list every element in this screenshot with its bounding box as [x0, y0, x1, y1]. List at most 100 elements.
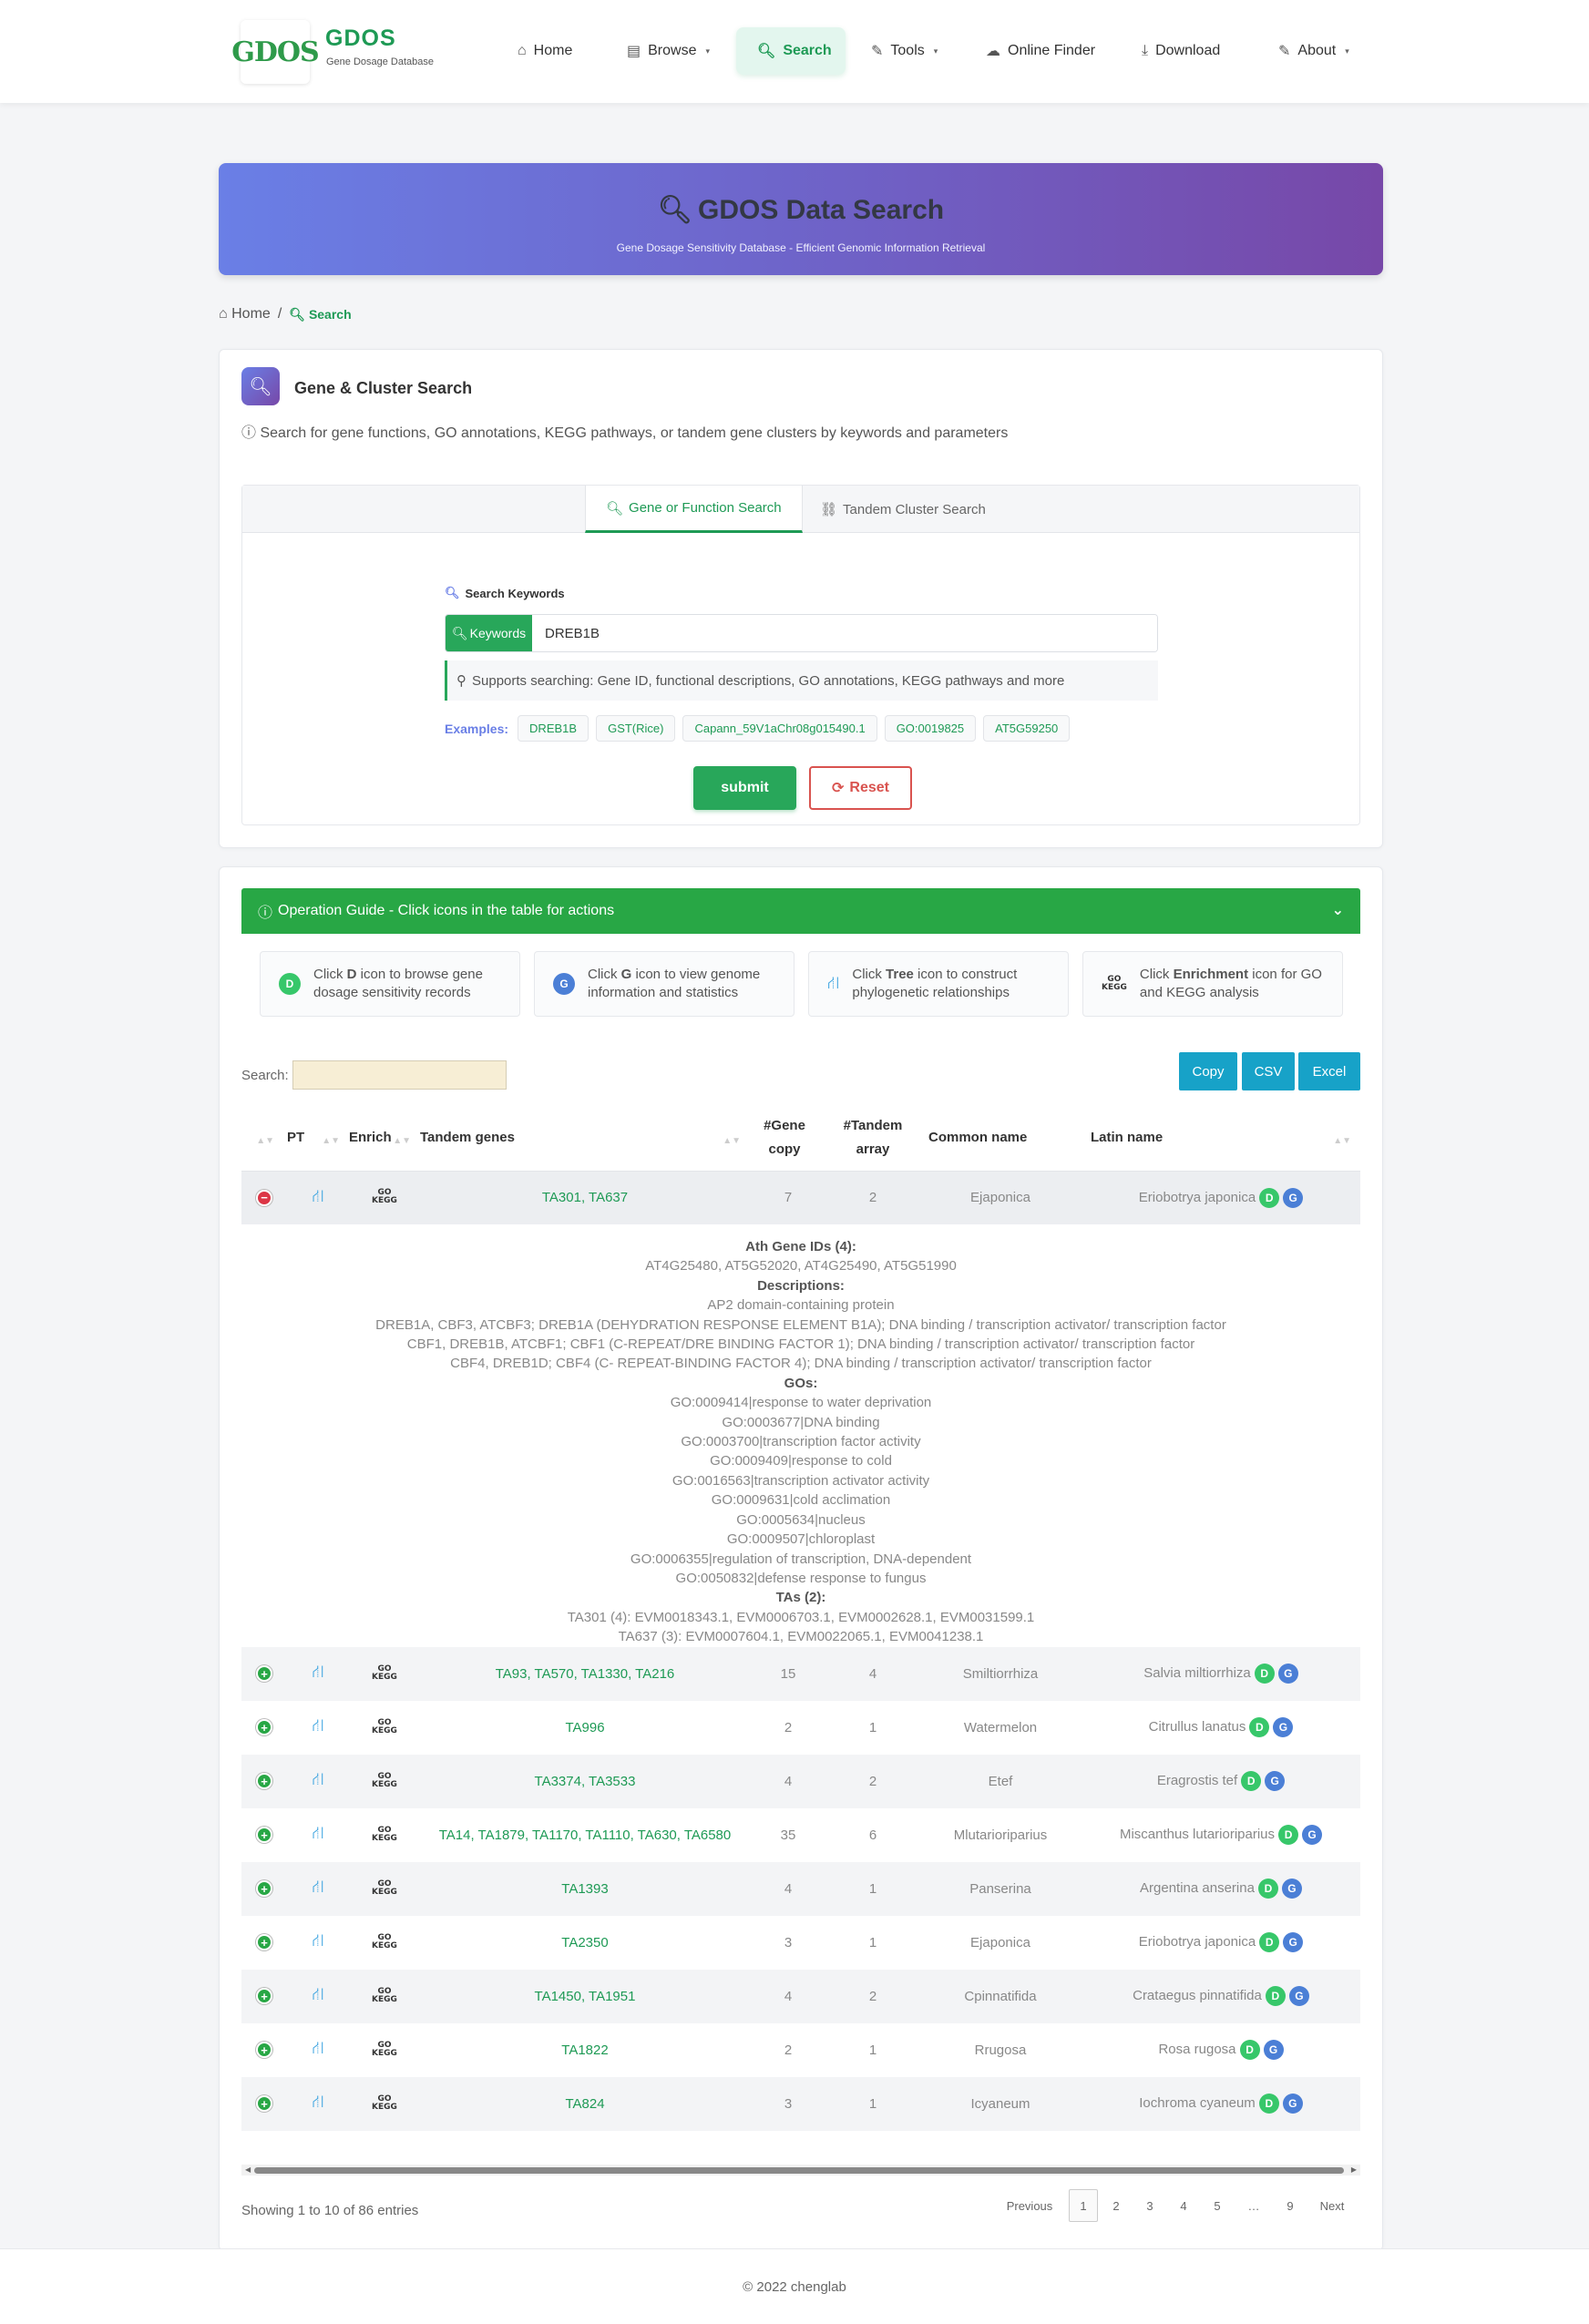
- copy-button[interactable]: Copy: [1179, 1052, 1237, 1090]
- example-chip[interactable]: GST(Rice): [596, 715, 676, 742]
- tree-icon[interactable]: ⛙: [312, 2093, 323, 2112]
- nav-download[interactable]: ⤓ Download: [1142, 35, 1220, 67]
- gene-copy-cell: 2: [784, 1719, 793, 1735]
- d-badge-icon[interactable]: D: [1257, 1879, 1278, 1899]
- col-header-pt[interactable]: PT ▲▼: [287, 1105, 349, 1172]
- scroll-left-icon[interactable]: ◀: [245, 2165, 251, 2176]
- tree-icon[interactable]: ⛙: [312, 1663, 323, 1682]
- go-kegg-icon[interactable]: GO KEGG: [372, 2041, 397, 2058]
- expand-row-icon[interactable]: +: [256, 1827, 272, 1844]
- col-header-common-name[interactable]: Common name: [919, 1105, 1082, 1172]
- g-badge-icon[interactable]: G: [1302, 1825, 1323, 1846]
- tab-gene-function-search[interactable]: 🔍︎ Gene or Function Search: [585, 486, 803, 533]
- d-badge-icon[interactable]: D: [1241, 1771, 1262, 1792]
- d-badge-icon[interactable]: D: [1259, 1932, 1280, 1953]
- tree-icon[interactable]: ⛙: [312, 1931, 323, 1950]
- common-name-cell: Icyaneum: [919, 2076, 1082, 2131]
- page-button[interactable]: 3: [1137, 2189, 1163, 2222]
- expand-row-icon[interactable]: +: [256, 2095, 272, 2113]
- col-header-tandem-array[interactable]: #Tandem array: [826, 1105, 919, 1172]
- g-badge-icon[interactable]: G: [1281, 1879, 1302, 1899]
- d-badge-icon[interactable]: D: [1265, 1986, 1286, 2007]
- d-badge-icon[interactable]: D: [1278, 1825, 1299, 1846]
- expand-row-icon[interactable]: +: [256, 1988, 272, 2005]
- scrollbar-thumb[interactable]: [254, 2167, 1344, 2174]
- tree-icon[interactable]: ⛙: [312, 1824, 323, 1843]
- col-header-tandem-genes[interactable]: Tandem genes ▲▼: [420, 1105, 750, 1172]
- operation-guide-header[interactable]: ⓘ Operation Guide - Click icons in the t…: [241, 888, 1360, 934]
- expand-row-icon[interactable]: +: [256, 1665, 272, 1683]
- expand-row-icon[interactable]: +: [256, 2042, 272, 2059]
- nav-tools[interactable]: ✎ Tools ▾: [871, 35, 938, 67]
- collapse-row-icon[interactable]: −: [256, 1189, 272, 1206]
- csv-button[interactable]: CSV: [1242, 1052, 1295, 1090]
- reset-button[interactable]: ⟳ Reset: [809, 766, 912, 810]
- go-kegg-icon-kegg: KEGG: [372, 2102, 397, 2112]
- tree-icon[interactable]: ⛙: [312, 1985, 323, 2004]
- page-button[interactable]: 2: [1103, 2189, 1129, 2222]
- g-badge-icon[interactable]: G: [1283, 1187, 1304, 1208]
- brand-title[interactable]: GDOS: [325, 26, 396, 52]
- col-header-control[interactable]: ▲▼: [241, 1105, 287, 1172]
- g-badge-icon[interactable]: G: [1282, 2094, 1303, 2114]
- d-badge-icon[interactable]: D: [1258, 2094, 1279, 2114]
- scroll-right-icon[interactable]: ▶: [1351, 2165, 1357, 2176]
- d-badge-icon[interactable]: D: [1259, 1187, 1280, 1208]
- nav-home[interactable]: ⌂ Home: [518, 35, 572, 67]
- g-badge-icon[interactable]: G: [1265, 1771, 1286, 1792]
- page-previous[interactable]: Previous: [1005, 2189, 1054, 2222]
- go-kegg-icon[interactable]: GO KEGG: [372, 2094, 397, 2112]
- nav-search[interactable]: 🔍︎ Search: [757, 35, 832, 67]
- go-kegg-icon[interactable]: GO KEGG: [372, 1879, 397, 1897]
- page-button[interactable]: 4: [1171, 2189, 1196, 2222]
- d-badge-icon[interactable]: D: [1249, 1717, 1270, 1738]
- go-kegg-icon[interactable]: GO KEGG: [372, 1987, 397, 2004]
- page-button[interactable]: 1: [1069, 2189, 1098, 2222]
- g-badge-icon[interactable]: G: [1273, 1717, 1294, 1738]
- go-kegg-icon[interactable]: GO KEGG: [372, 1718, 397, 1735]
- col-header-enrich[interactable]: Enrich ▲▼: [349, 1105, 420, 1172]
- example-chip[interactable]: Capann_59V1aChr08g015490.1: [682, 715, 877, 742]
- g-badge-icon[interactable]: G: [1263, 2040, 1284, 2061]
- col-header-latin-name[interactable]: Latin name ▲▼: [1082, 1105, 1360, 1172]
- go-kegg-icon[interactable]: GO KEGG: [372, 1772, 397, 1789]
- tree-icon[interactable]: ⛙: [312, 1716, 323, 1735]
- tree-icon[interactable]: ⛙: [312, 1878, 323, 1897]
- expand-row-icon[interactable]: +: [256, 1773, 272, 1790]
- submit-button[interactable]: submit: [693, 766, 796, 810]
- tab-tandem-cluster-search[interactable]: ⛓ Tandem Cluster Search: [800, 486, 1006, 533]
- nav-online-finder[interactable]: ☁ Online Finder: [986, 35, 1095, 67]
- expand-row-icon[interactable]: +: [256, 1880, 272, 1898]
- col-header-gene-copy[interactable]: #Gene copy: [750, 1105, 826, 1172]
- page-next[interactable]: Next: [1312, 2189, 1352, 2222]
- g-badge-icon[interactable]: G: [1277, 1664, 1298, 1684]
- d-badge-icon[interactable]: D: [1254, 1664, 1275, 1684]
- go-kegg-icon[interactable]: GO KEGG: [372, 1189, 397, 1205]
- breadcrumb-home[interactable]: ⌂ Home: [219, 306, 271, 322]
- keyword-input[interactable]: [532, 615, 1157, 651]
- go-kegg-icon[interactable]: GO KEGG: [372, 1826, 397, 1843]
- go-kegg-icon[interactable]: GO KEGG: [372, 1933, 397, 1950]
- nav-browse[interactable]: ▤ Browse ▾: [627, 35, 710, 67]
- example-chip[interactable]: AT5G59250: [983, 715, 1071, 742]
- example-chip[interactable]: DREB1B: [518, 715, 589, 742]
- expand-row-icon[interactable]: +: [256, 1719, 272, 1736]
- example-chip[interactable]: GO:0019825: [884, 715, 977, 742]
- expand-row-icon[interactable]: +: [256, 1934, 272, 1951]
- nav-about[interactable]: ✎ About ▾: [1278, 35, 1349, 67]
- logo[interactable]: GDOS: [231, 20, 320, 84]
- chevron-down-icon[interactable]: ⌄: [1332, 901, 1344, 919]
- go-kegg-icon[interactable]: GO KEGG: [372, 1664, 397, 1682]
- table-horizontal-scrollbar[interactable]: ◀ ▶: [241, 2165, 1360, 2176]
- page-button[interactable]: 9: [1277, 2189, 1303, 2222]
- excel-button[interactable]: Excel: [1298, 1052, 1360, 1090]
- table-search-input[interactable]: [292, 1060, 507, 1090]
- g-badge-icon[interactable]: G: [1283, 1932, 1304, 1953]
- tree-icon[interactable]: ⛙: [312, 1770, 323, 1789]
- g-badge-icon[interactable]: G: [1288, 1986, 1309, 2007]
- d-badge-icon[interactable]: D: [1239, 2040, 1260, 2061]
- page-button[interactable]: 5: [1205, 2189, 1230, 2222]
- enrich-cell: GO KEGG: [349, 1171, 420, 1224]
- tree-icon[interactable]: ⛙: [312, 1187, 323, 1206]
- tree-icon[interactable]: ⛙: [312, 2039, 323, 2058]
